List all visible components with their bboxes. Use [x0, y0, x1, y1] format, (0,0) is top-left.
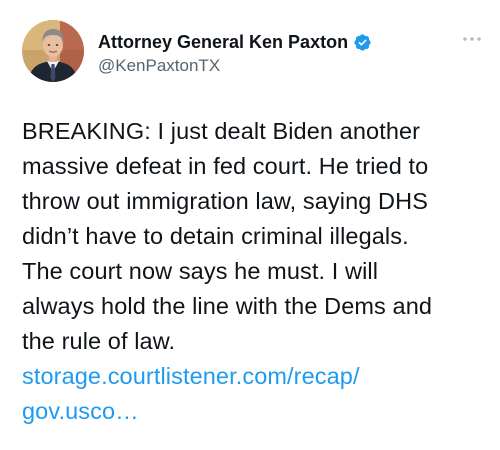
tweet-text-line: didn’t have to detain criminal illegals. — [22, 223, 409, 249]
tweet-header: Attorney General Ken Paxton @KenPaxtonTX — [22, 20, 482, 84]
tweet-link-line[interactable]: storage.courtlistener.com/recap/ — [22, 359, 490, 394]
tweet-text: BREAKING: I just dealt Biden another mas… — [22, 114, 490, 429]
tweet-text-line: always hold the line with the Dems and — [22, 293, 433, 319]
verified-badge-icon — [353, 33, 372, 52]
tweet-text-line: BREAKING: I just dealt Biden another — [22, 118, 421, 144]
tweet-text-line: the rule of law. — [22, 328, 176, 354]
author-handle[interactable]: @KenPaxtonTX — [98, 56, 372, 76]
tweet-link-line[interactable]: gov.usco… — [22, 394, 490, 429]
author-info: Attorney General Ken Paxton @KenPaxtonTX — [98, 30, 372, 76]
tweet: Attorney General Ken Paxton @KenPaxtonTX… — [0, 0, 500, 450]
avatar[interactable] — [22, 20, 84, 82]
author-display-name[interactable]: Attorney General Ken Paxton — [98, 32, 348, 53]
avatar-image — [22, 20, 84, 82]
tweet-text-line: massive defeat in fed court. He tried to — [22, 153, 429, 179]
more-options-icon[interactable] — [462, 34, 482, 44]
name-line: Attorney General Ken Paxton — [98, 30, 372, 54]
tweet-text-line: throw out immigration law, saying DHS — [22, 188, 428, 214]
tweet-text-line: The court now says he must. I will — [22, 258, 379, 284]
